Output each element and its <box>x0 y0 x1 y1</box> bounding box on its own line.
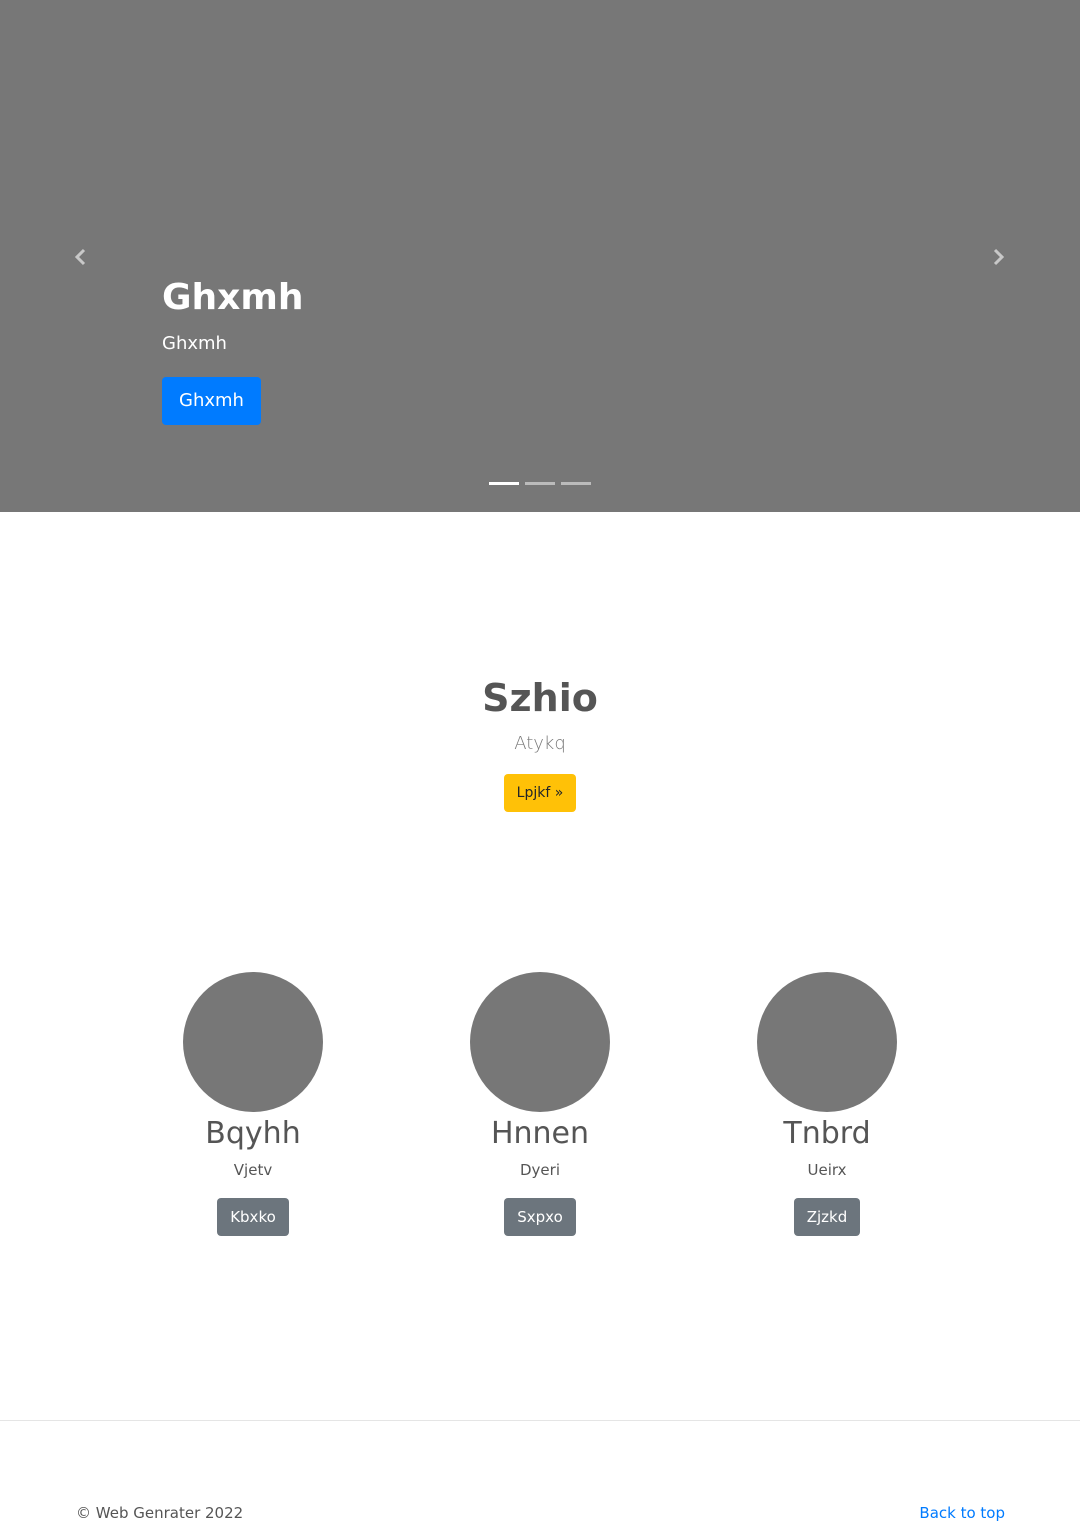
intro-button[interactable]: Lpjkf » <box>503 774 577 812</box>
features-section: Bqyhh Vjetv Kbxko Hnnen Dyeri Sxpxo Tnbr… <box>0 972 1080 1252</box>
feature-text: Vjetv <box>233 1161 273 1179</box>
feature-image-placeholder <box>470 972 610 1112</box>
feature-card: Hnnen Dyeri Sxpxo <box>420 972 660 1236</box>
feature-title: Hnnen <box>490 1116 590 1151</box>
feature-button[interactable]: Kbxko <box>217 1198 289 1236</box>
feature-image-placeholder <box>757 972 897 1112</box>
carousel-cta-button[interactable]: Ghxmh <box>162 377 261 425</box>
intro-section: Szhio Atykq Lpjkf » <box>0 672 1080 812</box>
intro-subtitle: Atykq <box>514 733 566 754</box>
carousel-indicator-1[interactable] <box>489 482 519 485</box>
carousel-subtitle: Ghxmh <box>162 333 227 354</box>
carousel-indicator-3[interactable] <box>561 482 591 485</box>
feature-card: Bqyhh Vjetv Kbxko <box>133 972 373 1236</box>
feature-button[interactable]: Sxpxo <box>504 1198 576 1236</box>
chevron-left-icon <box>74 248 86 266</box>
carousel-indicators <box>489 482 591 485</box>
intro-title: Szhio <box>482 676 598 720</box>
feature-title: Bqyhh <box>205 1116 301 1151</box>
carousel-prev-button[interactable] <box>64 240 98 274</box>
footer-divider <box>0 1420 1080 1421</box>
feature-text: Dyeri <box>520 1161 560 1179</box>
carousel-next-button[interactable] <box>981 240 1015 274</box>
feature-image-placeholder <box>183 972 323 1112</box>
feature-button[interactable]: Zjzkd <box>793 1198 861 1236</box>
feature-title: Tnbrd <box>783 1116 871 1151</box>
chevron-right-icon <box>993 248 1005 266</box>
hero-carousel: Ghxmh Ghxmh Ghxmh <box>0 0 1080 512</box>
carousel-indicator-2[interactable] <box>525 482 555 485</box>
carousel-title: Ghxmh <box>162 277 304 318</box>
feature-text: Ueirx <box>807 1161 847 1179</box>
footer-copyright: © Web Genrater 2022 <box>76 1504 244 1522</box>
carousel-caption: Ghxmh Ghxmh Ghxmh <box>162 274 862 425</box>
feature-card: Tnbrd Ueirx Zjzkd <box>707 972 947 1236</box>
back-to-top-link[interactable]: Back to top <box>919 1503 1005 1523</box>
